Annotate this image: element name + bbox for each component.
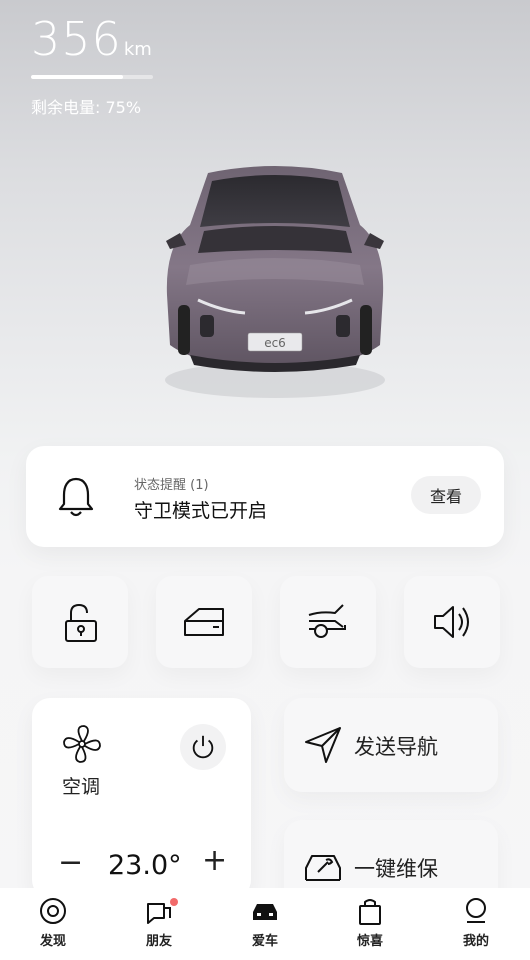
- plate-text: ec6: [264, 336, 286, 350]
- battery-text: 剩余电量: 75%: [31, 98, 142, 117]
- trunk-icon: [308, 604, 346, 638]
- tab-label: 惊喜: [356, 934, 383, 949]
- range-value: 356: [31, 12, 122, 66]
- temperature-decrease-button[interactable]: −: [58, 848, 83, 878]
- unlock-icon: [65, 603, 97, 642]
- trunk-button[interactable]: [280, 576, 376, 668]
- climate-power-button[interactable]: [180, 724, 226, 770]
- bottom-tab-bar: 发现 朋友 爱车 惊喜 我的: [0, 888, 530, 960]
- car-door-button[interactable]: [156, 576, 252, 668]
- car-door-icon: [184, 608, 224, 636]
- temperature-increase-button[interactable]: +: [202, 846, 227, 876]
- car-wrench-icon: [305, 855, 341, 881]
- power-icon: [192, 735, 214, 759]
- fan-icon: [63, 725, 101, 763]
- bell-icon: [58, 477, 94, 517]
- notification-dot: [170, 898, 178, 906]
- tab-label: 发现: [39, 934, 66, 949]
- tab-friends[interactable]: 朋友: [124, 896, 194, 949]
- car-image[interactable]: ec6: [150, 155, 400, 425]
- battery-progress-fill: [31, 75, 123, 79]
- range-display: 356 km: [31, 12, 152, 66]
- navigation-arrow-icon: [305, 727, 341, 763]
- speaker-icon: [434, 606, 469, 638]
- car-icon: [253, 904, 277, 920]
- tab-label: 朋友: [145, 934, 172, 949]
- tab-me[interactable]: 我的: [441, 896, 511, 949]
- temperature-value: 23.0°: [108, 850, 182, 881]
- unlock-button[interactable]: [32, 576, 128, 668]
- tab-surprise[interactable]: 惊喜: [335, 896, 405, 949]
- shopping-bag-icon: [359, 899, 381, 925]
- battery-progress-bar: [31, 75, 153, 79]
- target-icon: [40, 898, 66, 924]
- tab-my-car[interactable]: 爱车: [230, 896, 300, 949]
- tab-discover[interactable]: 发现: [18, 896, 88, 949]
- speaker-button[interactable]: [404, 576, 500, 668]
- view-button[interactable]: 查看: [411, 476, 481, 514]
- send-navigation-label: 发送导航: [354, 735, 438, 759]
- status-reminder-card: 状态提醒 (1) 守卫模式已开启 查看: [26, 446, 504, 547]
- maintenance-label: 一键维保: [354, 857, 438, 881]
- status-title: 守卫模式已开启: [134, 500, 268, 522]
- range-unit: km: [123, 39, 152, 60]
- profile-icon: [466, 898, 486, 923]
- send-navigation-card[interactable]: 发送导航: [284, 698, 498, 792]
- status-subtitle: 状态提醒 (1): [134, 478, 209, 493]
- tab-label: 我的: [462, 934, 489, 949]
- tab-label: 爱车: [251, 934, 278, 949]
- climate-card: 空调 − 23.0° +: [32, 698, 251, 898]
- climate-label: 空调: [62, 776, 101, 798]
